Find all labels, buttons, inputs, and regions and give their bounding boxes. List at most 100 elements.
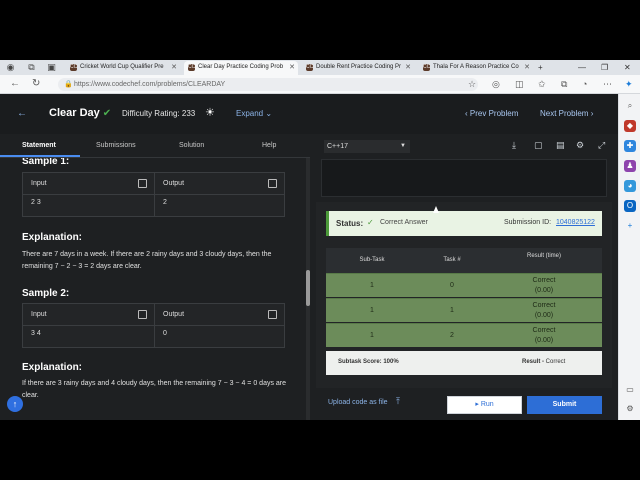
sidebar-toggle-icon[interactable]: ▭ <box>624 384 636 396</box>
copy-icon[interactable] <box>138 179 147 188</box>
new-tab-icon[interactable]: + <box>538 61 543 74</box>
back-arrow-icon[interactable]: ← <box>10 78 20 90</box>
submit-button[interactable]: Submit <box>527 396 602 414</box>
expand-dropdown[interactable]: Expand ⌄ <box>236 109 272 118</box>
browser-tab[interactable]: CC Double Rent Practice Coding Pr ✕ <box>302 61 414 75</box>
favorites-icon[interactable]: ✩ <box>538 78 546 90</box>
settings-gear-icon[interactable]: ⚙ <box>624 403 636 415</box>
screen: ◉ ⧉ ▣ CC Cricket World Cup Qualifier Pre… <box>0 0 640 480</box>
sample-input-value: 3 4 <box>31 330 41 337</box>
time-cell: (0.00) <box>534 337 554 344</box>
tab-title: Thala For A Reason Practice Co <box>433 64 519 70</box>
upload-icon[interactable]: ⤒ <box>396 396 400 407</box>
copy-icon[interactable] <box>268 310 277 319</box>
outlook-icon[interactable]: O <box>624 200 636 212</box>
comment-icon[interactable]: ▢ <box>534 139 543 152</box>
url-field[interactable]: 🔒 https://www.codechef.com/problems/CLEA… <box>58 78 478 91</box>
close-tab-icon[interactable]: ✕ <box>405 61 411 74</box>
copy-icon[interactable] <box>268 179 277 188</box>
search-icon[interactable]: ⌕ <box>624 100 636 112</box>
result-summary-label: Result - <box>522 359 546 365</box>
tab-title: Clear Day Practice Coding Prob <box>198 64 284 70</box>
tab-help[interactable]: Help <box>262 142 276 149</box>
table-header: Sub-Task Task # Result (time) <box>326 248 602 273</box>
sample-input-value: 2 3 <box>31 199 41 206</box>
games-icon[interactable]: ♟ <box>624 160 636 172</box>
extension-icon[interactable]: ◎ <box>492 78 500 90</box>
problem-tabs: Statement Submissions Solution Help <box>0 134 310 158</box>
mouse-cursor <box>433 206 439 213</box>
active-tab-indicator <box>0 155 80 157</box>
scroll-to-top-button[interactable]: ↑ <box>7 396 23 412</box>
time-cell: (0.00) <box>534 312 554 319</box>
submission-id-label: Submission ID: <box>504 219 552 226</box>
collections-icon[interactable]: ⧉ <box>561 78 567 90</box>
prev-problem-button[interactable]: ‹ Prev Problem <box>465 109 518 118</box>
workspaces-icon[interactable]: ⧉ <box>26 62 37 73</box>
language-select[interactable]: C++17 ▼ <box>324 140 410 153</box>
time-cell: (0.00) <box>534 287 554 294</box>
codechef-favicon-icon: CC <box>188 64 196 71</box>
subtask-cell: 1 <box>370 282 374 289</box>
chevron-right-icon: › <box>590 109 594 118</box>
minimize-icon[interactable]: — <box>578 61 586 74</box>
save-icon[interactable]: ▤ <box>556 139 565 152</box>
browser-tab-active[interactable]: CC Clear Day Practice Coding Prob ✕ <box>184 61 298 75</box>
sample-output-value: 0 <box>163 330 167 337</box>
chevron-down-icon: ⌄ <box>265 109 273 118</box>
column-header: Sub-Task <box>359 257 385 263</box>
shopping-icon[interactable]: ◆ <box>624 120 636 132</box>
profile-avatar-icon[interactable]: ◔ <box>582 78 587 90</box>
favorite-star-icon[interactable]: ☆ <box>468 78 476 90</box>
tab-submissions[interactable]: Submissions <box>96 142 136 149</box>
close-window-icon[interactable]: ✕ <box>624 61 631 74</box>
tab-solution[interactable]: Solution <box>179 142 204 149</box>
input-label: Input <box>31 180 47 187</box>
more-options-icon[interactable]: ⋯ <box>603 78 612 90</box>
column-header: Result (time) <box>526 253 561 259</box>
microsoft365-icon[interactable]: ◕ <box>624 180 636 192</box>
io-divider <box>23 325 284 326</box>
io-divider <box>23 194 284 195</box>
result-summary: Result - Correct <box>522 359 565 365</box>
copilot-icon[interactable]: ✦ <box>625 78 633 90</box>
sample-output-value: 2 <box>163 199 167 206</box>
status-label: Status: <box>336 219 364 228</box>
add-sidebar-icon[interactable]: + <box>624 220 636 232</box>
tools-icon[interactable]: ✚ <box>624 140 636 152</box>
submission-id-link[interactable]: 1040825122 <box>556 219 595 226</box>
explanation-text: If there are 3 rainy days and 4 cloudy d… <box>22 380 287 399</box>
sample-io-box: Input Output 3 4 0 <box>22 303 285 348</box>
status-value: Correct Answer <box>380 219 428 226</box>
browser-tab-bar: ◉ ⧉ ▣ CC Cricket World Cup Qualifier Pre… <box>0 60 640 75</box>
browser-tab[interactable]: CC Thala For A Reason Practice Co ✕ <box>419 61 533 75</box>
back-button[interactable]: ← <box>14 106 30 122</box>
run-button[interactable]: ▸ Run <box>447 396 522 414</box>
upload-code-link[interactable]: Upload code as file <box>328 399 388 406</box>
table-row: 1 0 Correct (0.00) <box>326 273 602 297</box>
play-icon: ▸ <box>475 401 479 408</box>
settings-icon[interactable]: ⚙ <box>576 139 584 152</box>
table-row: 1 1 Correct (0.00) <box>326 298 602 322</box>
editor-toolbar: C++17 ▼ ⤓ ▢ ▤ ⚙ ⤢ <box>310 134 618 158</box>
restore-icon[interactable]: ❐ <box>601 61 608 74</box>
code-editor[interactable] <box>321 159 607 197</box>
theme-toggle-sun-icon[interactable]: ☀ <box>205 106 215 120</box>
browser-tab[interactable]: CC Cricket World Cup Qualifier Pre ✕ <box>66 61 180 75</box>
fullscreen-icon[interactable]: ⤢ <box>598 139 605 152</box>
close-tab-icon[interactable]: ✕ <box>289 61 295 74</box>
next-problem-button[interactable]: Next Problem › <box>540 109 593 118</box>
result-cell: Correct <box>532 327 556 334</box>
copy-icon[interactable] <box>138 310 147 319</box>
profile-icon[interactable]: ◉ <box>5 62 16 73</box>
check-icon: ✓ <box>367 218 374 227</box>
refresh-icon[interactable]: ↻ <box>32 78 40 90</box>
sample-heading: Sample 2: <box>22 288 70 299</box>
tab-actions-icon[interactable]: ▣ <box>46 62 57 73</box>
download-icon[interactable]: ⤓ <box>512 139 516 152</box>
close-tab-icon[interactable]: ✕ <box>171 61 177 74</box>
split-screen-icon[interactable]: ◫ <box>515 78 524 90</box>
expand-label: Expand <box>236 109 264 118</box>
close-tab-icon[interactable]: ✕ <box>524 61 530 74</box>
tab-statement[interactable]: Statement <box>22 142 56 149</box>
